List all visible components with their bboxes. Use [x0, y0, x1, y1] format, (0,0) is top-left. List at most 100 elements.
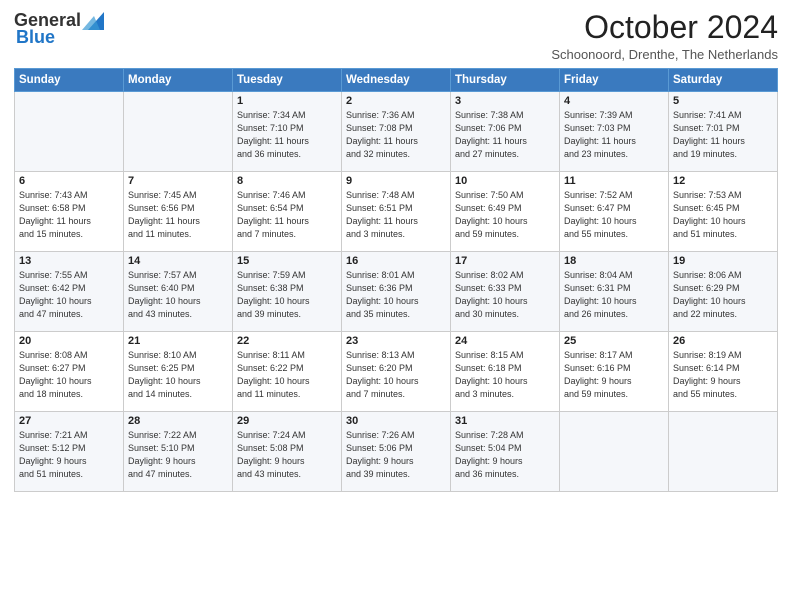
month-title: October 2024 — [551, 10, 778, 45]
table-row: 1 Sunrise: 7:34 AMSunset: 7:10 PMDaylight… — [233, 92, 342, 172]
table-row: 10 Sunrise: 7:50 AMSunset: 6:49 PMDayligh… — [451, 172, 560, 252]
day-info: Sunrise: 8:13 AMSunset: 6:20 PMDaylight:… — [346, 349, 446, 401]
day-number: 1 — [237, 95, 337, 107]
logo-triangle-icon — [82, 12, 104, 30]
col-sunday: Sunday — [15, 69, 124, 92]
table-row: 5 Sunrise: 7:41 AMSunset: 7:01 PMDaylight… — [669, 92, 778, 172]
table-row: 22 Sunrise: 8:11 AMSunset: 6:22 PMDayligh… — [233, 332, 342, 412]
day-info: Sunrise: 8:04 AMSunset: 6:31 PMDaylight:… — [564, 269, 664, 321]
day-info: Sunrise: 8:17 AMSunset: 6:16 PMDaylight:… — [564, 349, 664, 401]
day-info: Sunrise: 7:57 AMSunset: 6:40 PMDaylight:… — [128, 269, 228, 321]
day-number: 3 — [455, 95, 555, 107]
day-number: 10 — [455, 175, 555, 187]
day-info: Sunrise: 7:55 AMSunset: 6:42 PMDaylight:… — [19, 269, 119, 321]
day-number: 7 — [128, 175, 228, 187]
day-info: Sunrise: 8:01 AMSunset: 6:36 PMDaylight:… — [346, 269, 446, 321]
calendar-week-row: 20Sunrise: 8:08 AMSunset: 6:27 PMDayligh… — [15, 332, 778, 412]
day-number: 21 — [128, 335, 228, 347]
day-number: 15 — [237, 255, 337, 267]
day-info: Sunrise: 7:21 AMSunset: 5:12 PMDaylight:… — [19, 429, 119, 481]
table-row — [15, 92, 124, 172]
col-monday: Monday — [124, 69, 233, 92]
day-info: Sunrise: 7:50 AMSunset: 6:49 PMDaylight:… — [455, 189, 555, 241]
table-row: 23 Sunrise: 8:13 AMSunset: 6:20 PMDayligh… — [342, 332, 451, 412]
table-row: 13 Sunrise: 7:55 AMSunset: 6:42 PMDayligh… — [15, 252, 124, 332]
header: General Blue October 2024 Schoonoord, Dr… — [14, 10, 778, 62]
day-info: Sunrise: 7:28 AMSunset: 5:04 PMDaylight:… — [455, 429, 555, 481]
day-info: Sunrise: 7:39 AMSunset: 7:03 PMDaylight:… — [564, 109, 664, 161]
table-row: 12Sunrise: 7:53 AMSunset: 6:45 PMDayligh… — [669, 172, 778, 252]
day-info: Sunrise: 7:24 AMSunset: 5:08 PMDaylight:… — [237, 429, 337, 481]
table-row: 4 Sunrise: 7:39 AMSunset: 7:03 PMDaylight… — [560, 92, 669, 172]
table-row: 8Sunrise: 7:46 AMSunset: 6:54 PMDaylight… — [233, 172, 342, 252]
table-row: 28 Sunrise: 7:22 AMSunset: 5:10 PMDayligh… — [124, 412, 233, 492]
day-info: Sunrise: 8:11 AMSunset: 6:22 PMDaylight:… — [237, 349, 337, 401]
day-number: 17 — [455, 255, 555, 267]
day-info: Sunrise: 7:41 AMSunset: 7:01 PMDaylight:… — [673, 109, 773, 161]
table-row: 27 Sunrise: 7:21 AMSunset: 5:12 PMDayligh… — [15, 412, 124, 492]
day-number: 19 — [673, 255, 773, 267]
table-row: 2Sunrise: 7:36 AMSunset: 7:08 PMDaylight… — [342, 92, 451, 172]
day-info: Sunrise: 8:19 AMSunset: 6:14 PMDaylight:… — [673, 349, 773, 401]
table-row: 15 Sunrise: 7:59 AMSunset: 6:38 PMDayligh… — [233, 252, 342, 332]
day-number: 27 — [19, 415, 119, 427]
day-info: Sunrise: 7:46 AMSunset: 6:54 PMDaylight:… — [237, 189, 337, 241]
day-number: 6 — [19, 175, 119, 187]
day-info: Sunrise: 8:02 AMSunset: 6:33 PMDaylight:… — [455, 269, 555, 321]
day-number: 20 — [19, 335, 119, 347]
table-row: 26 Sunrise: 8:19 AMSunset: 6:14 PMDayligh… — [669, 332, 778, 412]
day-number: 18 — [564, 255, 664, 267]
table-row — [669, 412, 778, 492]
day-number: 22 — [237, 335, 337, 347]
day-info: Sunrise: 7:48 AMSunset: 6:51 PMDaylight:… — [346, 189, 446, 241]
table-row: 17 Sunrise: 8:02 AMSunset: 6:33 PMDayligh… — [451, 252, 560, 332]
day-info: Sunrise: 7:36 AMSunset: 7:08 PMDaylight:… — [346, 109, 446, 161]
logo-blue-text: Blue — [16, 27, 55, 48]
day-number: 9 — [346, 175, 446, 187]
page: General Blue October 2024 Schoonoord, Dr… — [0, 0, 792, 612]
table-row: 14 Sunrise: 7:57 AMSunset: 6:40 PMDayligh… — [124, 252, 233, 332]
day-info: Sunrise: 8:15 AMSunset: 6:18 PMDaylight:… — [455, 349, 555, 401]
table-row — [124, 92, 233, 172]
day-number: 4 — [564, 95, 664, 107]
day-info: Sunrise: 7:59 AMSunset: 6:38 PMDaylight:… — [237, 269, 337, 321]
day-info: Sunrise: 7:26 AMSunset: 5:06 PMDaylight:… — [346, 429, 446, 481]
day-number: 12 — [673, 175, 773, 187]
col-saturday: Saturday — [669, 69, 778, 92]
day-number: 14 — [128, 255, 228, 267]
calendar-table: Sunday Monday Tuesday Wednesday Thursday… — [14, 68, 778, 492]
table-row — [560, 412, 669, 492]
day-number: 30 — [346, 415, 446, 427]
day-number: 26 — [673, 335, 773, 347]
table-row: 29 Sunrise: 7:24 AMSunset: 5:08 PMDayligh… — [233, 412, 342, 492]
day-info: Sunrise: 7:52 AMSunset: 6:47 PMDaylight:… — [564, 189, 664, 241]
day-number: 11 — [564, 175, 664, 187]
day-number: 23 — [346, 335, 446, 347]
day-info: Sunrise: 7:38 AMSunset: 7:06 PMDaylight:… — [455, 109, 555, 161]
calendar-week-row: 13 Sunrise: 7:55 AMSunset: 6:42 PMDayligh… — [15, 252, 778, 332]
calendar-week-row: 27 Sunrise: 7:21 AMSunset: 5:12 PMDayligh… — [15, 412, 778, 492]
day-info: Sunrise: 7:34 AMSunset: 7:10 PMDaylight:… — [237, 109, 337, 161]
day-info: Sunrise: 7:43 AMSunset: 6:58 PMDaylight:… — [19, 189, 119, 241]
table-row: 25 Sunrise: 8:17 AMSunset: 6:16 PMDayligh… — [560, 332, 669, 412]
day-number: 13 — [19, 255, 119, 267]
table-row: 20Sunrise: 8:08 AMSunset: 6:27 PMDayligh… — [15, 332, 124, 412]
day-number: 24 — [455, 335, 555, 347]
day-info: Sunrise: 8:06 AMSunset: 6:29 PMDaylight:… — [673, 269, 773, 321]
table-row: 21Sunrise: 8:10 AMSunset: 6:25 PMDayligh… — [124, 332, 233, 412]
logo: General Blue — [14, 10, 104, 48]
table-row: 3 Sunrise: 7:38 AMSunset: 7:06 PMDaylight… — [451, 92, 560, 172]
calendar-header-row: Sunday Monday Tuesday Wednesday Thursday… — [15, 69, 778, 92]
table-row: 18 Sunrise: 8:04 AMSunset: 6:31 PMDayligh… — [560, 252, 669, 332]
col-thursday: Thursday — [451, 69, 560, 92]
table-row: 16Sunrise: 8:01 AMSunset: 6:36 PMDayligh… — [342, 252, 451, 332]
day-number: 25 — [564, 335, 664, 347]
table-row: 9 Sunrise: 7:48 AMSunset: 6:51 PMDaylight… — [342, 172, 451, 252]
calendar-week-row: 1 Sunrise: 7:34 AMSunset: 7:10 PMDaylight… — [15, 92, 778, 172]
table-row: 11 Sunrise: 7:52 AMSunset: 6:47 PMDayligh… — [560, 172, 669, 252]
table-row: 19 Sunrise: 8:06 AMSunset: 6:29 PMDayligh… — [669, 252, 778, 332]
day-number: 29 — [237, 415, 337, 427]
day-info: Sunrise: 7:22 AMSunset: 5:10 PMDaylight:… — [128, 429, 228, 481]
day-number: 5 — [673, 95, 773, 107]
day-number: 28 — [128, 415, 228, 427]
